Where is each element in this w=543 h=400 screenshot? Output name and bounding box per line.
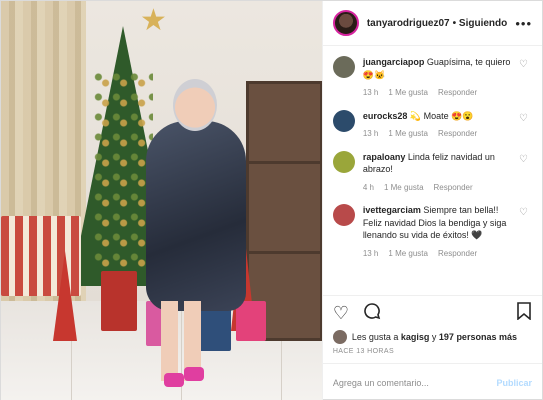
author-avatar[interactable] [332, 10, 359, 36]
comment-username[interactable]: juangarciapop [363, 57, 425, 67]
comment-likes[interactable]: 1 Me gusta [388, 128, 428, 141]
reply-button[interactable]: Responder [438, 87, 477, 100]
comment-likes[interactable]: 1 Me gusta [388, 87, 428, 100]
liker-avatar[interactable] [332, 330, 347, 344]
pink-shoe [184, 367, 204, 381]
cabinet-shelf [249, 251, 321, 254]
reply-button[interactable]: Responder [438, 128, 477, 141]
liker-username[interactable]: kagisg [401, 332, 430, 342]
author-username[interactable]: tanyarodriguez07 [367, 18, 450, 29]
post-header: tanyarodriguez07 • Siguiendo ••• [322, 1, 542, 46]
comment-username[interactable]: eurocks28 [363, 111, 408, 121]
following-status[interactable]: • Siguiendo [453, 18, 508, 29]
likes-count[interactable]: 197 personas más [439, 332, 517, 342]
bookmark-icon[interactable] [516, 302, 532, 323]
comments-list: juangarciapop Guapísima, te quiero 😍🐱 13… [323, 46, 542, 295]
comment-time[interactable]: 4 h [363, 182, 374, 195]
tree-star: ★ [140, 4, 167, 37]
comment-item: juangarciapop Guapísima, te quiero 😍🐱 13… [332, 56, 532, 100]
comment-likes[interactable]: 1 Me gusta [388, 248, 428, 261]
more-icon[interactable]: ••• [515, 16, 532, 31]
comment-item: rapaloany Linda feliz navidad un abrazo!… [332, 150, 532, 195]
likes-middle: y [431, 332, 437, 342]
post-actions: ♡ [322, 295, 542, 329]
tree-ornaments [93, 71, 153, 271]
reply-button[interactable]: Responder [434, 182, 473, 195]
comment-item: ivettegarciam Siempre tan bella!! Feliz … [332, 204, 532, 261]
red-cone-decoration [53, 251, 77, 341]
comment-time[interactable]: 13 h [363, 87, 379, 100]
comment-icon[interactable] [363, 302, 381, 323]
heart-icon[interactable]: ♡ [333, 304, 349, 322]
cabinet-shelf [249, 161, 321, 164]
post-photo[interactable]: ★ [1, 1, 322, 400]
comment-item: eurocks28 💫 Moate 😍😮 13 h 1 Me gusta Res… [332, 109, 532, 141]
comment-heart-icon[interactable]: ♡ [519, 207, 528, 218]
commenter-avatar[interactable] [332, 204, 355, 226]
reply-button[interactable]: Responder [438, 248, 477, 261]
commenter-avatar[interactable] [332, 56, 355, 78]
likes-prefix: Les gusta a [351, 332, 399, 342]
comment-time[interactable]: 13 h [363, 248, 379, 261]
gift-box [236, 301, 266, 341]
woman-head [173, 79, 217, 131]
comment-heart-icon[interactable]: ♡ [519, 113, 528, 124]
comment-username[interactable]: ivettegarciam [363, 205, 421, 215]
commenter-avatar[interactable] [332, 109, 355, 132]
instagram-post: ★ tanyarodriguez07 • Siguiendo ••• juang… [0, 0, 543, 400]
post-side-panel: tanyarodriguez07 • Siguiendo ••• juangar… [321, 1, 542, 400]
comment-input[interactable] [332, 377, 497, 388]
comment-text: 💫 Moate 😍😮 [409, 110, 474, 121]
comment-heart-icon[interactable]: ♡ [519, 59, 528, 70]
comment-heart-icon[interactable]: ♡ [519, 154, 528, 165]
post-timestamp[interactable]: HACE 13 HORAS [323, 345, 542, 363]
likes-summary: Les gusta a kagisg y 197 personas más [323, 329, 542, 345]
comment-likes[interactable]: 1 Me gusta [384, 182, 424, 195]
commenter-avatar[interactable] [332, 150, 355, 173]
publish-button[interactable]: Publicar [496, 378, 532, 388]
woman-dress [146, 121, 246, 311]
comment-username[interactable]: rapaloany [363, 152, 406, 162]
comment-time[interactable]: 13 h [363, 128, 379, 141]
gift-box [101, 271, 137, 331]
add-comment-bar: Publicar [322, 363, 542, 400]
pink-shoe [164, 373, 184, 387]
